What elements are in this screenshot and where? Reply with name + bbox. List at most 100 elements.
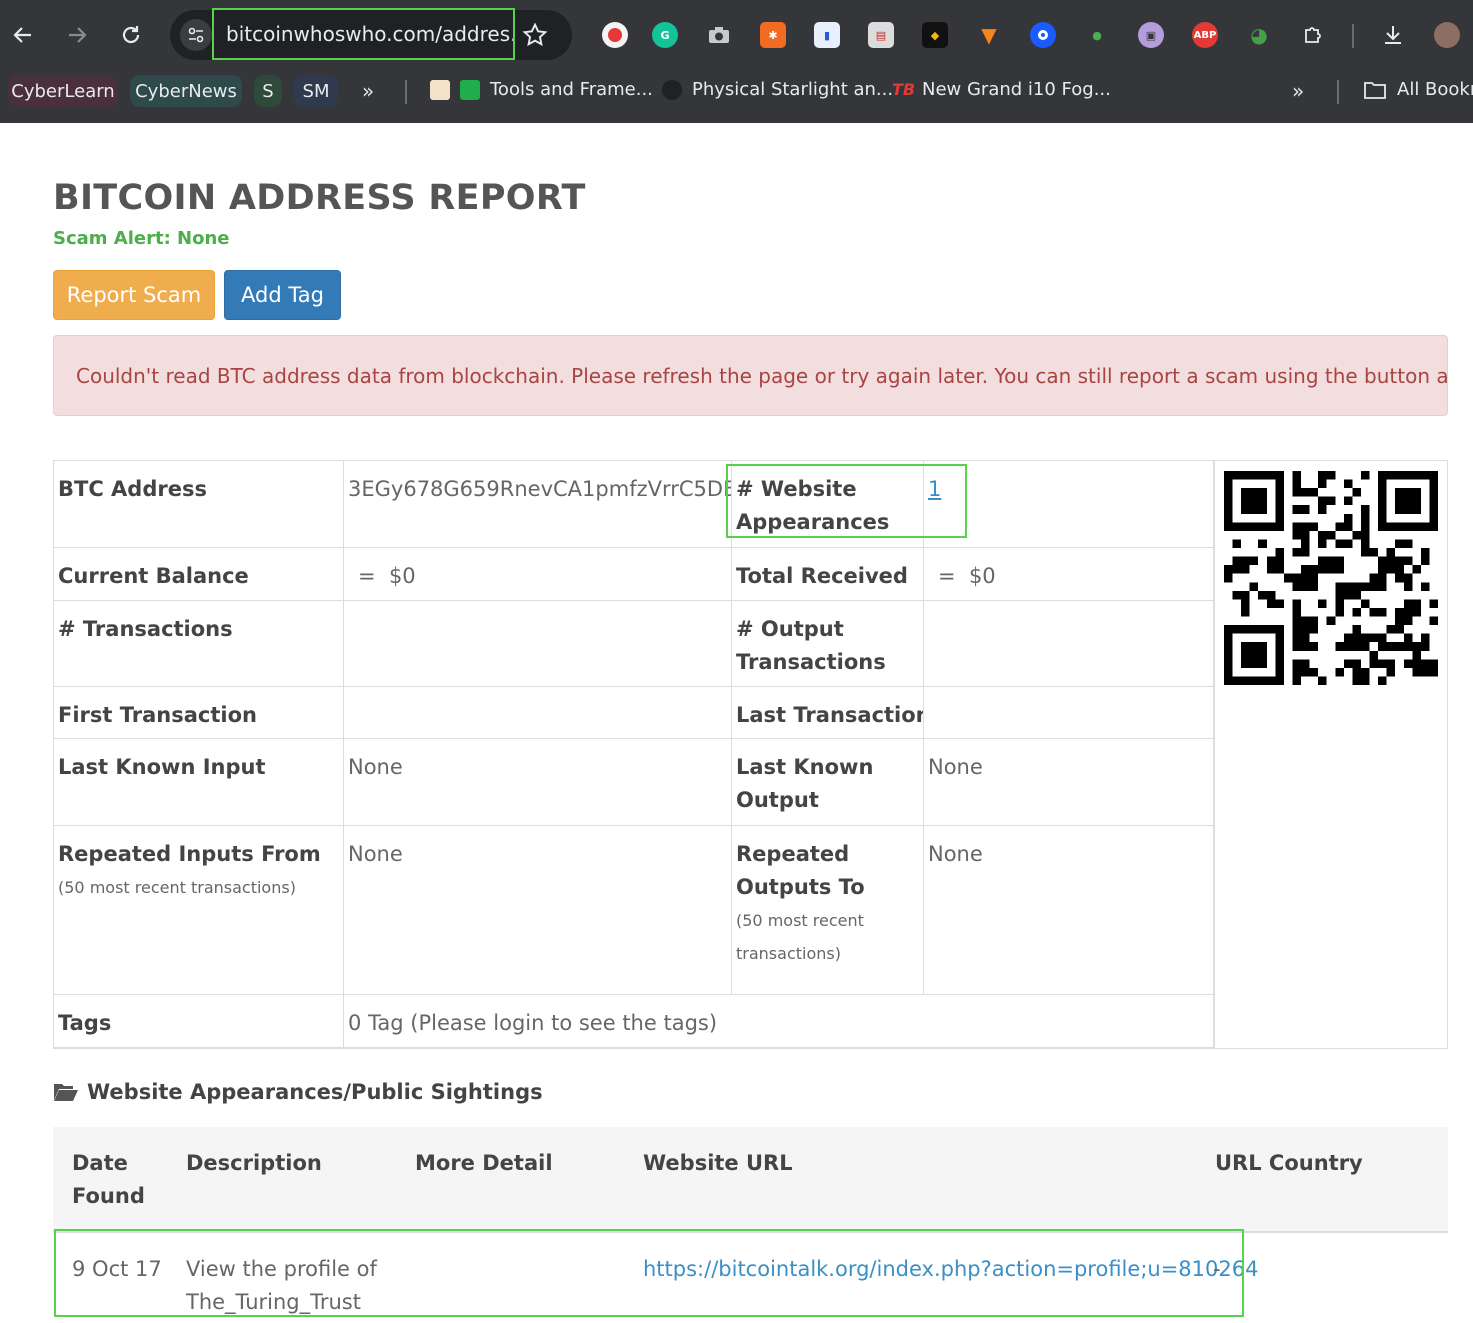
site-info-button[interactable] xyxy=(180,19,212,51)
extension-badge-icon[interactable]: ● xyxy=(1084,22,1110,48)
overflow-chevron-icon[interactable]: » xyxy=(1292,79,1304,103)
repeated-inputs-value: None xyxy=(348,842,403,866)
repeated-outputs-note: (50 most recent transactions) xyxy=(736,911,864,963)
bookmark-favicon-icon xyxy=(662,79,682,100)
extension-circle-icon[interactable] xyxy=(1030,22,1056,48)
reload-button[interactable] xyxy=(114,18,148,52)
last-known-input-value-cell: None xyxy=(344,739,732,826)
transactions-label: # Transactions xyxy=(58,617,233,641)
download-icon[interactable] xyxy=(1380,22,1406,48)
repeated-inputs-label: Repeated Inputs From xyxy=(58,842,321,866)
extension-notes-icon[interactable]: ▮ xyxy=(814,22,840,48)
all-bookmarks-button[interactable]: All Bookm xyxy=(1363,79,1473,100)
extension-printer-icon[interactable]: ▤ xyxy=(868,22,894,48)
last-transaction-value-cell xyxy=(924,687,1214,739)
toolbar-divider xyxy=(1352,24,1354,48)
folder-icon xyxy=(1364,81,1386,99)
sighting-row-highlight xyxy=(54,1229,1244,1317)
first-transaction-label-cell: First Transaction xyxy=(54,687,344,739)
grammarly-icon[interactable]: G xyxy=(652,22,678,48)
total-received-value-cell: = $0 xyxy=(924,548,1214,601)
last-known-input-label: Last Known Input xyxy=(58,755,266,779)
repeated-outputs-value-cell: None xyxy=(924,826,1214,995)
bookmark-item-tools[interactable]: Tools and Frame... xyxy=(430,79,653,100)
current-balance-label-cell: Current Balance xyxy=(54,548,344,601)
tune-icon xyxy=(188,27,204,43)
website-appearances-value-cell: 1 xyxy=(924,461,1214,548)
repeated-inputs-value-cell: None xyxy=(344,826,732,995)
bookmarks-divider xyxy=(1337,80,1339,104)
sightings-table-header: Date Found Description More Detail Websi… xyxy=(53,1127,1448,1233)
last-known-output-value-cell: None xyxy=(924,739,1214,826)
total-received-value: = $0 xyxy=(938,564,996,588)
more-bookmarks-chevron-icon[interactable]: » xyxy=(362,79,374,103)
header-more-detail: More Detail xyxy=(415,1151,553,1175)
forward-button[interactable] xyxy=(60,18,94,52)
output-transactions-value-cell xyxy=(924,601,1214,687)
browser-toolbar: bitcoinwhoswho.com/addres... G ✱ ▮ ▤ ◆ ▼… xyxy=(0,0,1473,70)
btc-address-label-cell: BTC Address xyxy=(54,461,344,548)
page-title: BITCOIN ADDRESS REPORT xyxy=(53,178,586,218)
add-tag-button[interactable]: Add Tag xyxy=(224,270,341,320)
back-button[interactable] xyxy=(6,18,40,52)
scam-alert-status: Scam Alert: None xyxy=(53,228,230,249)
adblock-plus-icon[interactable]: ABP xyxy=(1192,22,1218,48)
header-website-url: Website URL xyxy=(643,1151,793,1175)
qr-column-divider xyxy=(1214,461,1215,1048)
extension-mushroom-icon[interactable] xyxy=(602,22,628,48)
output-transactions-label-cell: # Output Transactions xyxy=(732,601,924,687)
tags-value-cell: 0 Tag (Please login to see the tags) xyxy=(344,995,1214,1048)
last-known-input-value: None xyxy=(348,755,403,779)
folder-open-icon xyxy=(54,1084,78,1101)
url-highlight[interactable]: bitcoinwhoswho.com/addres... xyxy=(212,8,515,60)
sightings-section-title: Website Appearances/Public Sightings xyxy=(53,1080,543,1104)
header-date-found: Date Found xyxy=(72,1151,145,1208)
transactions-value-cell xyxy=(344,601,732,687)
bookmark-folder-cyberlearn[interactable]: CyberLearn xyxy=(8,75,118,107)
first-transaction-value-cell xyxy=(344,687,732,739)
last-known-output-label: Last Known Output xyxy=(736,755,874,812)
bookmarks-bar: CyberLearn CyberNews S SM » Tools and Fr… xyxy=(0,70,1473,123)
tags-value: 0 Tag (Please login to see the tags) xyxy=(348,1011,718,1035)
repeated-inputs-label-cell: Repeated Inputs From (50 most recent tra… xyxy=(54,826,344,995)
extension-orange-icon[interactable]: ✱ xyxy=(760,22,786,48)
total-received-label-cell: Total Received xyxy=(732,548,924,601)
team-bhp-favicon-icon: TB xyxy=(892,79,916,99)
btc-address-label: BTC Address xyxy=(58,477,207,501)
repeated-inputs-note: (50 most recent transactions) xyxy=(58,878,296,897)
last-transaction-label: Last Transaction xyxy=(736,703,924,727)
extensions-puzzle-icon[interactable] xyxy=(1300,22,1326,48)
header-description: Description xyxy=(186,1151,322,1175)
url-text: bitcoinwhoswho.com/addres... xyxy=(226,22,513,46)
extension-globe-icon[interactable]: ◕ xyxy=(1246,22,1272,48)
extension-purple-icon[interactable]: ▣ xyxy=(1138,22,1164,48)
current-balance-value: = $0 xyxy=(358,564,416,588)
repeated-outputs-label: Repeated Outputs To xyxy=(736,842,865,899)
repeated-outputs-value: None xyxy=(928,842,983,866)
transactions-label-cell: # Transactions xyxy=(54,601,344,687)
bookmark-item-grand-i10[interactable]: TB New Grand i10 Fog... xyxy=(892,79,1111,100)
reload-icon xyxy=(122,26,140,44)
browser-chrome: bitcoinwhoswho.com/addres... G ✱ ▮ ▤ ◆ ▼… xyxy=(0,0,1473,123)
profile-avatar[interactable] xyxy=(1434,22,1460,48)
header-url-country: URL Country xyxy=(1215,1151,1363,1175)
metamask-icon[interactable]: ▼ xyxy=(976,22,1002,48)
current-balance-label: Current Balance xyxy=(58,564,249,588)
output-transactions-label: # Output Transactions xyxy=(736,617,886,674)
bookmark-favicon-icon xyxy=(430,79,450,100)
bookmark-item-starlight[interactable]: Physical Starlight an... xyxy=(662,79,893,100)
camera-icon[interactable] xyxy=(706,22,732,48)
binance-icon[interactable]: ◆ xyxy=(922,22,948,48)
checkbox-favicon-icon xyxy=(460,79,480,100)
arrow-right-icon xyxy=(69,27,87,43)
bookmark-star-icon[interactable] xyxy=(522,22,548,48)
repeated-outputs-label-cell: Repeated Outputs To (50 most recent tran… xyxy=(732,826,924,995)
report-scam-button[interactable]: Report Scam xyxy=(53,270,215,320)
bookmark-folder-s[interactable]: S xyxy=(254,75,282,107)
bookmark-folder-cybernews[interactable]: CyberNews xyxy=(130,75,242,107)
address-bar[interactable]: bitcoinwhoswho.com/addres... xyxy=(170,8,572,60)
btc-address-value: 3EGy678G659RnevCA1pmfzVrrC5DEaiqA xyxy=(348,477,731,501)
arrow-left-icon xyxy=(13,27,31,43)
bookmark-folder-sm[interactable]: SM xyxy=(294,75,338,107)
last-known-input-label-cell: Last Known Input xyxy=(54,739,344,826)
